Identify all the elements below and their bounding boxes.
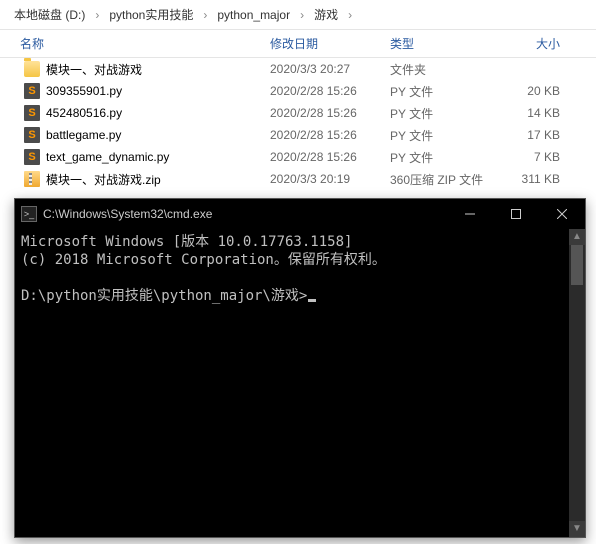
folder-icon <box>24 61 40 77</box>
cmd-window[interactable]: >_ C:\Windows\System32\cmd.exe Microsoft… <box>14 198 586 538</box>
close-icon <box>557 209 567 219</box>
minimize-button[interactable] <box>447 199 493 229</box>
file-name: 模块一、对战游戏 <box>46 61 142 78</box>
file-row[interactable]: 模块一、对战游戏 2020/3/3 20:27文件夹 <box>0 58 596 80</box>
file-name: 452480516.py <box>46 106 122 120</box>
file-row[interactable]: 452480516.py 2020/2/28 15:26PY 文件14 KB <box>0 102 596 124</box>
py-icon <box>24 83 40 99</box>
cmd-prompt: D:\python实用技能\python_major\游戏> <box>21 288 307 304</box>
cmd-titlebar[interactable]: >_ C:\Windows\System32\cmd.exe <box>15 199 585 229</box>
column-date[interactable]: 修改日期 <box>270 35 390 52</box>
cmd-line-1: Microsoft Windows [版本 10.0.17763.1158] <box>21 234 352 250</box>
file-type: PY 文件 <box>390 105 500 122</box>
chevron-right-icon: › <box>294 8 310 22</box>
py-icon <box>24 105 40 121</box>
cmd-icon: >_ <box>21 206 37 222</box>
file-size: 14 KB <box>500 106 570 120</box>
cmd-scrollbar[interactable]: ▲ ▼ <box>569 229 585 537</box>
chevron-right-icon: › <box>342 8 358 22</box>
breadcrumb-seg-3[interactable]: 游戏 <box>310 6 342 23</box>
file-date: 2020/3/3 20:27 <box>270 62 390 76</box>
column-headers: 名称 修改日期 类型 大小 <box>0 30 596 58</box>
scroll-down-icon[interactable]: ▼ <box>569 521 585 537</box>
breadcrumb[interactable]: 本地磁盘 (D:) › python实用技能 › python_major › … <box>0 0 596 30</box>
file-size: 20 KB <box>500 84 570 98</box>
file-type: 360压缩 ZIP 文件 <box>390 171 500 188</box>
file-size: 311 KB <box>500 172 570 186</box>
column-size[interactable]: 大小 <box>500 35 570 52</box>
file-row[interactable]: 模块一、对战游戏.zip 2020/3/3 20:19360压缩 ZIP 文件31… <box>0 168 596 190</box>
breadcrumb-seg-2[interactable]: python_major <box>213 8 294 22</box>
zip-icon <box>24 171 40 187</box>
minimize-icon <box>465 209 475 219</box>
file-type: PY 文件 <box>390 83 500 100</box>
column-name[interactable]: 名称 <box>0 35 270 52</box>
file-size: 7 KB <box>500 150 570 164</box>
file-type: 文件夹 <box>390 61 500 78</box>
cmd-title-text: C:\Windows\System32\cmd.exe <box>43 207 447 221</box>
file-date: 2020/3/3 20:19 <box>270 172 390 186</box>
close-button[interactable] <box>539 199 585 229</box>
cmd-line-2: (c) 2018 Microsoft Corporation。保留所有权利。 <box>21 252 386 268</box>
column-type[interactable]: 类型 <box>390 35 500 52</box>
maximize-icon <box>511 209 521 219</box>
py-icon <box>24 127 40 143</box>
file-date: 2020/2/28 15:26 <box>270 128 390 142</box>
file-date: 2020/2/28 15:26 <box>270 84 390 98</box>
file-name: 309355901.py <box>46 84 122 98</box>
cursor-icon <box>308 299 316 302</box>
file-type: PY 文件 <box>390 127 500 144</box>
file-name: battlegame.py <box>46 128 121 142</box>
file-row[interactable]: 309355901.py 2020/2/28 15:26PY 文件20 KB <box>0 80 596 102</box>
file-name: text_game_dynamic.py <box>46 150 169 164</box>
py-icon <box>24 149 40 165</box>
file-type: PY 文件 <box>390 149 500 166</box>
file-size: 17 KB <box>500 128 570 142</box>
chevron-right-icon: › <box>89 8 105 22</box>
file-date: 2020/2/28 15:26 <box>270 150 390 164</box>
breadcrumb-seg-1[interactable]: python实用技能 <box>105 6 197 23</box>
maximize-button[interactable] <box>493 199 539 229</box>
breadcrumb-seg-0[interactable]: 本地磁盘 (D:) <box>10 6 89 23</box>
scroll-up-icon[interactable]: ▲ <box>569 229 585 245</box>
file-date: 2020/2/28 15:26 <box>270 106 390 120</box>
cmd-output[interactable]: Microsoft Windows [版本 10.0.17763.1158] (… <box>15 229 585 537</box>
scroll-thumb[interactable] <box>571 245 583 285</box>
file-list: 名称 修改日期 类型 大小 模块一、对战游戏 2020/3/3 20:27文件夹 3… <box>0 30 596 190</box>
file-row[interactable]: text_game_dynamic.py 2020/2/28 15:26PY 文件… <box>0 146 596 168</box>
file-name: 模块一、对战游戏.zip <box>46 171 161 188</box>
file-row[interactable]: battlegame.py 2020/2/28 15:26PY 文件17 KB <box>0 124 596 146</box>
chevron-right-icon: › <box>197 8 213 22</box>
